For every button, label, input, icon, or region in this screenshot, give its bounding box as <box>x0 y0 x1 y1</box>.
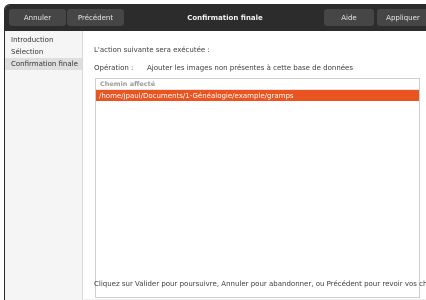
help-button[interactable]: Aide <box>324 9 374 26</box>
apply-button[interactable]: Appliquer <box>377 9 426 26</box>
header-bar: Annuler Précédent Confirmation finale Ai… <box>5 5 426 31</box>
affected-paths-list[interactable]: Chemin affecté /home/jpaul/Documents/1-G… <box>95 78 420 298</box>
window-title: Confirmation finale <box>187 14 263 22</box>
assistant-window: Annuler Précédent Confirmation finale Ai… <box>4 4 426 300</box>
sidebar-item-confirmation[interactable]: Confirmation finale <box>5 58 82 70</box>
intro-text: L'action suivante sera exécutée : <box>94 46 210 54</box>
main-content: L'action suivante sera exécutée : Opérat… <box>84 31 426 300</box>
sidebar-item-introduction[interactable]: Introduction <box>5 34 82 46</box>
instructions-text: Cliquez sur Valider pour poursuivre, Ann… <box>94 280 426 288</box>
cancel-button[interactable]: Annuler <box>9 9 66 26</box>
operation-label: Opération : <box>94 64 134 72</box>
operation-value: Ajouter les images non présentes à cette… <box>147 64 354 72</box>
table-row[interactable]: /home/jpaul/Documents/1-Généalogie/examp… <box>96 90 419 101</box>
steps-sidebar: Introduction Sélection Confirmation fina… <box>5 31 83 300</box>
sidebar-item-selection[interactable]: Sélection <box>5 46 82 58</box>
previous-button[interactable]: Précédent <box>67 9 124 26</box>
column-header-affected-path[interactable]: Chemin affecté <box>96 79 419 90</box>
